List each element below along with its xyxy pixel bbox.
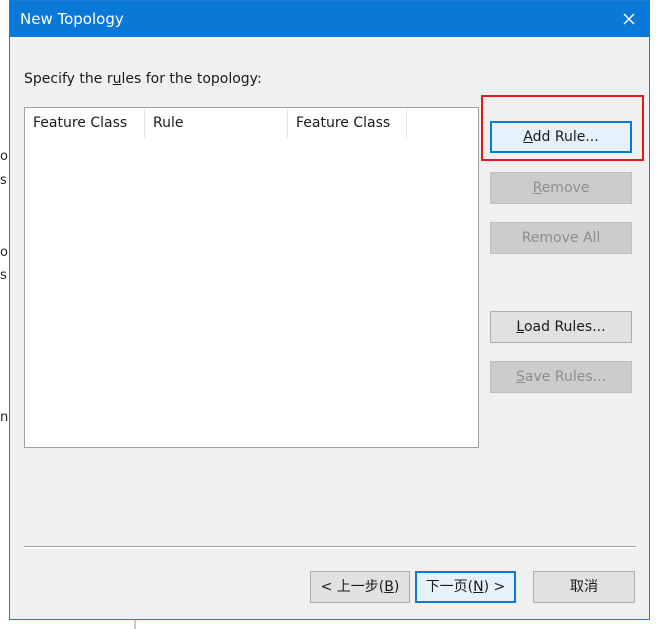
save-rules-button[interactable]: Save Rules... bbox=[490, 361, 632, 393]
rules-prompt-label: Specify the rules for the topology: bbox=[24, 71, 262, 87]
rules-list-header: Feature Class Rule Feature Class bbox=[25, 108, 478, 138]
close-icon[interactable] bbox=[615, 5, 643, 33]
column-header-empty[interactable] bbox=[407, 108, 478, 138]
load-rules-button[interactable]: Load Rules... bbox=[490, 311, 632, 343]
footer-separator bbox=[24, 546, 636, 548]
rules-list[interactable]: Feature Class Rule Feature Class bbox=[24, 107, 479, 448]
column-header-feature-class-2[interactable]: Feature Class bbox=[288, 108, 407, 138]
cancel-button[interactable]: 取消 bbox=[533, 571, 635, 603]
background-text: o bbox=[0, 245, 8, 260]
background-text: s bbox=[0, 268, 7, 283]
background-divider bbox=[134, 620, 136, 629]
background-text: s bbox=[0, 173, 7, 188]
next-button[interactable]: 下一页(N) > bbox=[415, 571, 516, 603]
column-header-feature-class[interactable]: Feature Class bbox=[25, 108, 145, 138]
remove-all-button[interactable]: Remove All bbox=[490, 222, 632, 254]
add-rule-button[interactable]: Add Rule... bbox=[490, 121, 632, 153]
new-topology-dialog: New Topology Specify the rules for the t… bbox=[9, 0, 650, 620]
column-header-rule[interactable]: Rule bbox=[145, 108, 288, 138]
back-button[interactable]: < 上一步(B) bbox=[310, 571, 410, 603]
title-bar: New Topology bbox=[10, 1, 649, 37]
background-text: n bbox=[0, 410, 9, 425]
remove-button[interactable]: Remove bbox=[490, 172, 632, 204]
dialog-title: New Topology bbox=[20, 10, 124, 28]
